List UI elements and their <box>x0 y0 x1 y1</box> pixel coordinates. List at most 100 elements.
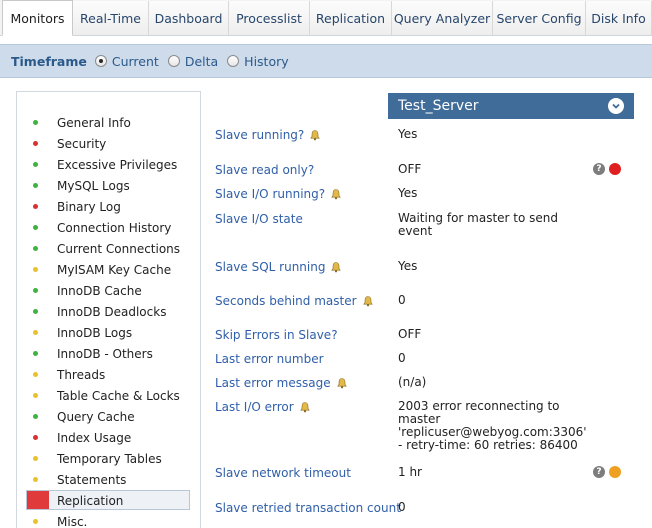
row-value-slave-io-running: Yes <box>398 186 418 200</box>
sidebar-item-label: Query Cache <box>57 409 135 424</box>
sidebar-item-query-cache[interactable]: Query Cache <box>17 406 202 427</box>
help-icon[interactable]: ? <box>593 466 605 478</box>
row-label-slave-network-timeout: Slave network timeout <box>215 466 351 480</box>
sidebar-item-label: Table Cache & Locks <box>57 388 180 403</box>
sidebar-item-mysql-logs[interactable]: MySQL Logs <box>17 175 202 196</box>
bell-icon[interactable] <box>330 261 342 273</box>
timeframe-option-current[interactable]: Current <box>94 53 159 69</box>
label-text: Slave I/O running? <box>215 187 326 201</box>
server-name: Test_Server <box>398 98 479 114</box>
status-dot <box>33 330 38 335</box>
row-label-slave-sql-running: Slave SQL running <box>215 260 342 274</box>
tab-query-analyzer[interactable]: Query Analyzer <box>392 1 493 35</box>
chevron-down-icon[interactable] <box>608 98 624 114</box>
sidebar-item-myisam-key-cache[interactable]: MyISAM Key Cache <box>17 259 202 280</box>
radio-history[interactable] <box>227 55 240 67</box>
sidebar-item-label: Replication <box>57 493 124 508</box>
tab-dashboard[interactable]: Dashboard <box>149 1 229 35</box>
radio-delta[interactable] <box>167 55 180 67</box>
sidebar-item-label: InnoDB Logs <box>57 325 133 340</box>
sidebar-item-current-connections[interactable]: Current Connections <box>17 238 202 259</box>
sidebar-item-temporary-tables[interactable]: Temporary Tables <box>17 448 202 469</box>
radio-current[interactable] <box>94 55 107 67</box>
radio-history-label: History <box>244 53 289 69</box>
row-label-last-io-error: Last I/O error <box>215 400 311 414</box>
status-dot <box>33 393 38 398</box>
help-icon[interactable]: ? <box>593 163 605 175</box>
bell-icon[interactable] <box>336 377 348 389</box>
status-dot <box>33 162 38 167</box>
sidebar-item-label: Temporary Tables <box>57 451 162 466</box>
sidebar-item-security[interactable]: Security <box>17 133 202 154</box>
status-indicator <box>27 491 49 509</box>
sidebar-item-threads[interactable]: Threads <box>17 364 202 385</box>
sidebar-item-table-cache-locks[interactable]: Table Cache & Locks <box>17 385 202 406</box>
status-dot <box>33 477 38 482</box>
row-label-slave-io-running: Slave I/O running? <box>215 187 342 201</box>
tab-replication[interactable]: Replication <box>310 1 392 35</box>
red-status-icon <box>609 163 621 175</box>
sidebar-item-index-usage[interactable]: Index Usage <box>17 427 202 448</box>
timeframe-bar: Timeframe Current Delta History <box>0 44 652 78</box>
status-dot <box>33 288 38 293</box>
sidebar-item-label: Statements <box>57 472 127 487</box>
row-value-last-error-number: 0 <box>398 351 406 365</box>
timeframe-option-history[interactable]: History <box>227 53 289 69</box>
sidebar-item-excessive-privileges[interactable]: Excessive Privileges <box>17 154 202 175</box>
bell-icon[interactable] <box>309 129 321 141</box>
row-value-skip-errors: OFF <box>398 327 422 341</box>
status-dot <box>33 246 38 251</box>
sidebar-item-innodb-deadlocks[interactable]: InnoDB Deadlocks <box>17 301 202 322</box>
row-value-slave-sql-running: Yes <box>398 259 418 273</box>
radio-current-label: Current <box>111 53 159 69</box>
sidebar-item-innodb-logs[interactable]: InnoDB Logs <box>17 322 202 343</box>
sidebar-item-general-info[interactable]: General Info <box>17 112 202 133</box>
tab-monitors[interactable]: Monitors <box>2 0 73 36</box>
tab-disk-info[interactable]: Disk Info <box>586 1 652 35</box>
row-value-slave-retried-transaction-count: 0 <box>398 500 406 514</box>
sidebar-item-connection-history[interactable]: Connection History <box>17 217 202 238</box>
row-value-slave-running: Yes <box>398 127 418 141</box>
status-dot <box>33 435 38 440</box>
status-dot <box>33 183 38 188</box>
row-label-slave-read-only: Slave read only? <box>215 163 314 177</box>
label-text: Last error number <box>215 352 324 366</box>
tab-real-time[interactable]: Real-Time <box>73 1 149 35</box>
sidebar-item-label: InnoDB Cache <box>57 283 142 298</box>
status-dot <box>33 120 38 125</box>
sidebar-item-innodb-others[interactable]: InnoDB - Others <box>17 343 202 364</box>
sidebar-item-binary-log[interactable]: Binary Log <box>17 196 202 217</box>
label-text: Slave retried transaction count <box>215 501 401 515</box>
label-text: Last error message <box>215 376 331 390</box>
sidebar-item-statements[interactable]: Statements <box>17 469 202 490</box>
orange-status-icon <box>609 466 621 478</box>
sidebar: General Info Security Excessive Privileg… <box>16 91 201 528</box>
row-value-slave-io-state: Waiting for master to send event <box>398 211 559 238</box>
sidebar-item-label: Connection History <box>57 220 172 235</box>
status-dot <box>33 372 38 377</box>
sidebar-item-label: InnoDB Deadlocks <box>57 304 167 319</box>
row-label-slave-running: Slave running? <box>215 128 321 142</box>
tab-processlist[interactable]: Processlist <box>229 1 310 35</box>
sidebar-item-innodb-cache[interactable]: InnoDB Cache <box>17 280 202 301</box>
sidebar-item-label: Current Connections <box>57 241 181 256</box>
bell-icon[interactable] <box>299 401 311 413</box>
status-dot <box>33 519 38 524</box>
timeframe-option-delta[interactable]: Delta <box>167 53 219 69</box>
row-value-slave-network-timeout: 1 hr <box>398 465 422 479</box>
label-text: Skip Errors in Slave? <box>215 328 338 342</box>
bell-icon[interactable] <box>362 295 374 307</box>
row-value-slave-read-only: OFF <box>398 162 422 176</box>
timeframe-label: Timeframe <box>11 53 87 69</box>
sidebar-item-label: General Info <box>57 115 131 130</box>
label-text: Slave network timeout <box>215 466 351 480</box>
label-text: Last I/O error <box>215 400 294 414</box>
sidebar-item-misc[interactable]: Misc. <box>17 511 202 528</box>
status-dot <box>33 267 38 272</box>
sidebar-item-label: MyISAM Key Cache <box>57 262 172 277</box>
tab-server-config[interactable]: Server Config <box>493 1 586 35</box>
row-label-skip-errors: Skip Errors in Slave? <box>215 328 338 342</box>
sidebar-item-replication[interactable]: Replication <box>17 490 202 511</box>
bell-icon[interactable] <box>330 188 342 200</box>
radio-delta-label: Delta <box>184 53 219 69</box>
